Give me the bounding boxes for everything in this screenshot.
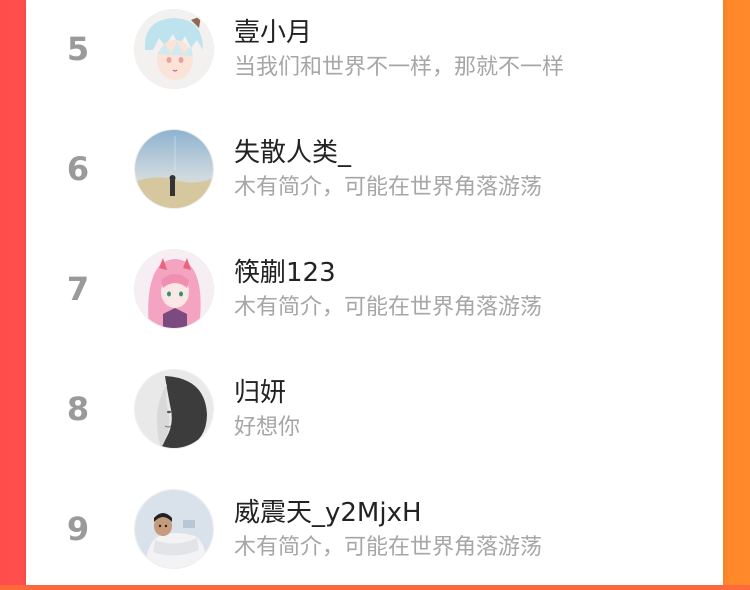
user-name: 失散人类_ [234,138,352,168]
rank-number: 5 [66,30,90,68]
list-item[interactable]: 5 壹小月 当我们和世界不一样，那就不一样 [26,0,723,110]
user-bio: 木有简介，可能在世界角落游荡 [234,175,543,200]
avatar[interactable] [134,129,214,209]
avatar-image [135,250,213,328]
user-name: 筷蒯123 [234,258,336,288]
list-item[interactable]: 8 归妍 好想你 [26,360,723,470]
list-item[interactable]: 6 失散人类_ 木有简介，可能在世界角落游荡 [26,120,723,230]
avatar-image [135,490,213,568]
avatar-image [135,370,213,448]
avatar[interactable] [134,249,214,329]
rank-number: 9 [66,510,90,548]
rank-number: 6 [66,150,90,188]
rank-number: 7 [66,270,90,308]
user-name: 归妍 [234,378,287,408]
rank-number: 8 [66,390,90,428]
user-name: 威震天_y2MjxH [234,498,422,528]
user-bio: 木有简介，可能在世界角落游荡 [234,295,543,320]
avatar[interactable] [134,9,214,89]
avatar[interactable] [134,489,214,569]
user-name: 壹小月 [234,18,313,48]
avatar-image [135,10,213,88]
list-item[interactable]: 9 威震天_y2MjxH 木有简介，可能在世界角落游荡 [26,480,723,590]
user-bio: 好想你 [234,415,301,440]
user-bio: 木有简介，可能在世界角落游荡 [234,535,543,560]
avatar[interactable] [134,369,214,449]
user-bio: 当我们和世界不一样，那就不一样 [234,55,565,80]
list-item[interactable]: 7 筷蒯123 木有简介，可能在世界角落游荡 [26,240,723,350]
ranking-card: 5 壹小月 当我们和世界不一样，那就不一样 6 失散人类_ 木有简介，可能在世界… [26,0,723,585]
avatar-image [135,130,213,208]
